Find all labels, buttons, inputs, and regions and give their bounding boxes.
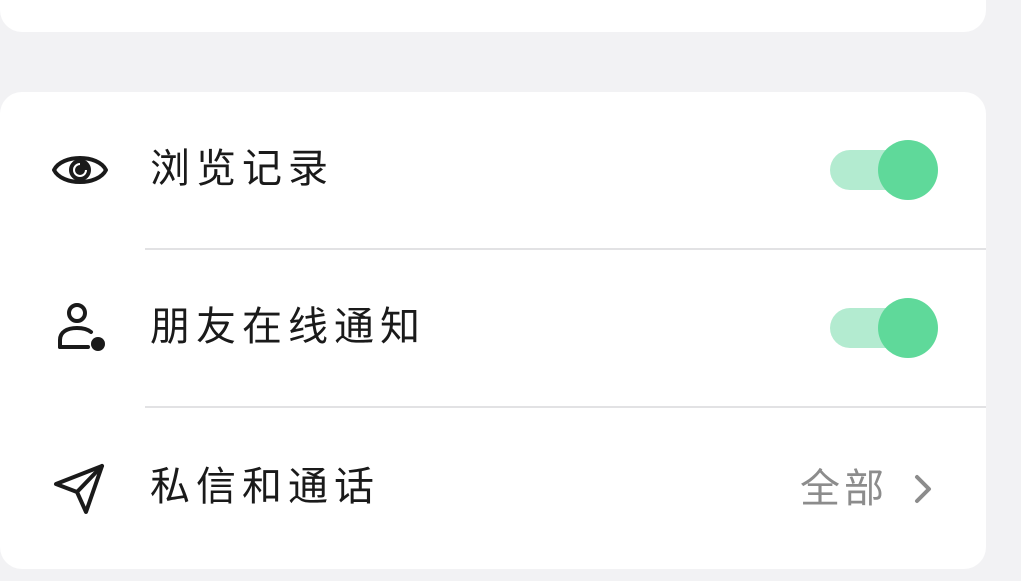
- toggle-knob: [878, 140, 938, 200]
- user-status-icon: [50, 298, 110, 358]
- browsing-history-toggle[interactable]: [830, 140, 938, 200]
- send-icon: [50, 458, 110, 518]
- previous-settings-card: [0, 0, 986, 32]
- setting-label-friend-online-notification: 朋友在线通知: [150, 304, 426, 350]
- friend-online-notification-toggle[interactable]: [830, 298, 938, 358]
- chevron-right-icon: [910, 469, 936, 509]
- messages-and-calls-value[interactable]: 全部: [800, 464, 936, 514]
- setting-row-friend-online-notification: 朋友在线通知: [0, 250, 986, 408]
- settings-screen: 浏览记录 朋友在线通知 私信和通话 全部: [0, 0, 1021, 581]
- setting-label-messages-and-calls: 私信和通话: [150, 464, 380, 510]
- privacy-settings-card: 浏览记录 朋友在线通知 私信和通话 全部: [0, 92, 986, 569]
- setting-label-browsing-history: 浏览记录: [150, 146, 334, 192]
- setting-value-text: 全部: [800, 466, 888, 512]
- toggle-knob: [878, 298, 938, 358]
- setting-row-messages-and-calls[interactable]: 私信和通话 全部: [0, 408, 986, 569]
- eye-icon: [50, 140, 110, 200]
- setting-row-browsing-history: 浏览记录: [0, 92, 986, 250]
